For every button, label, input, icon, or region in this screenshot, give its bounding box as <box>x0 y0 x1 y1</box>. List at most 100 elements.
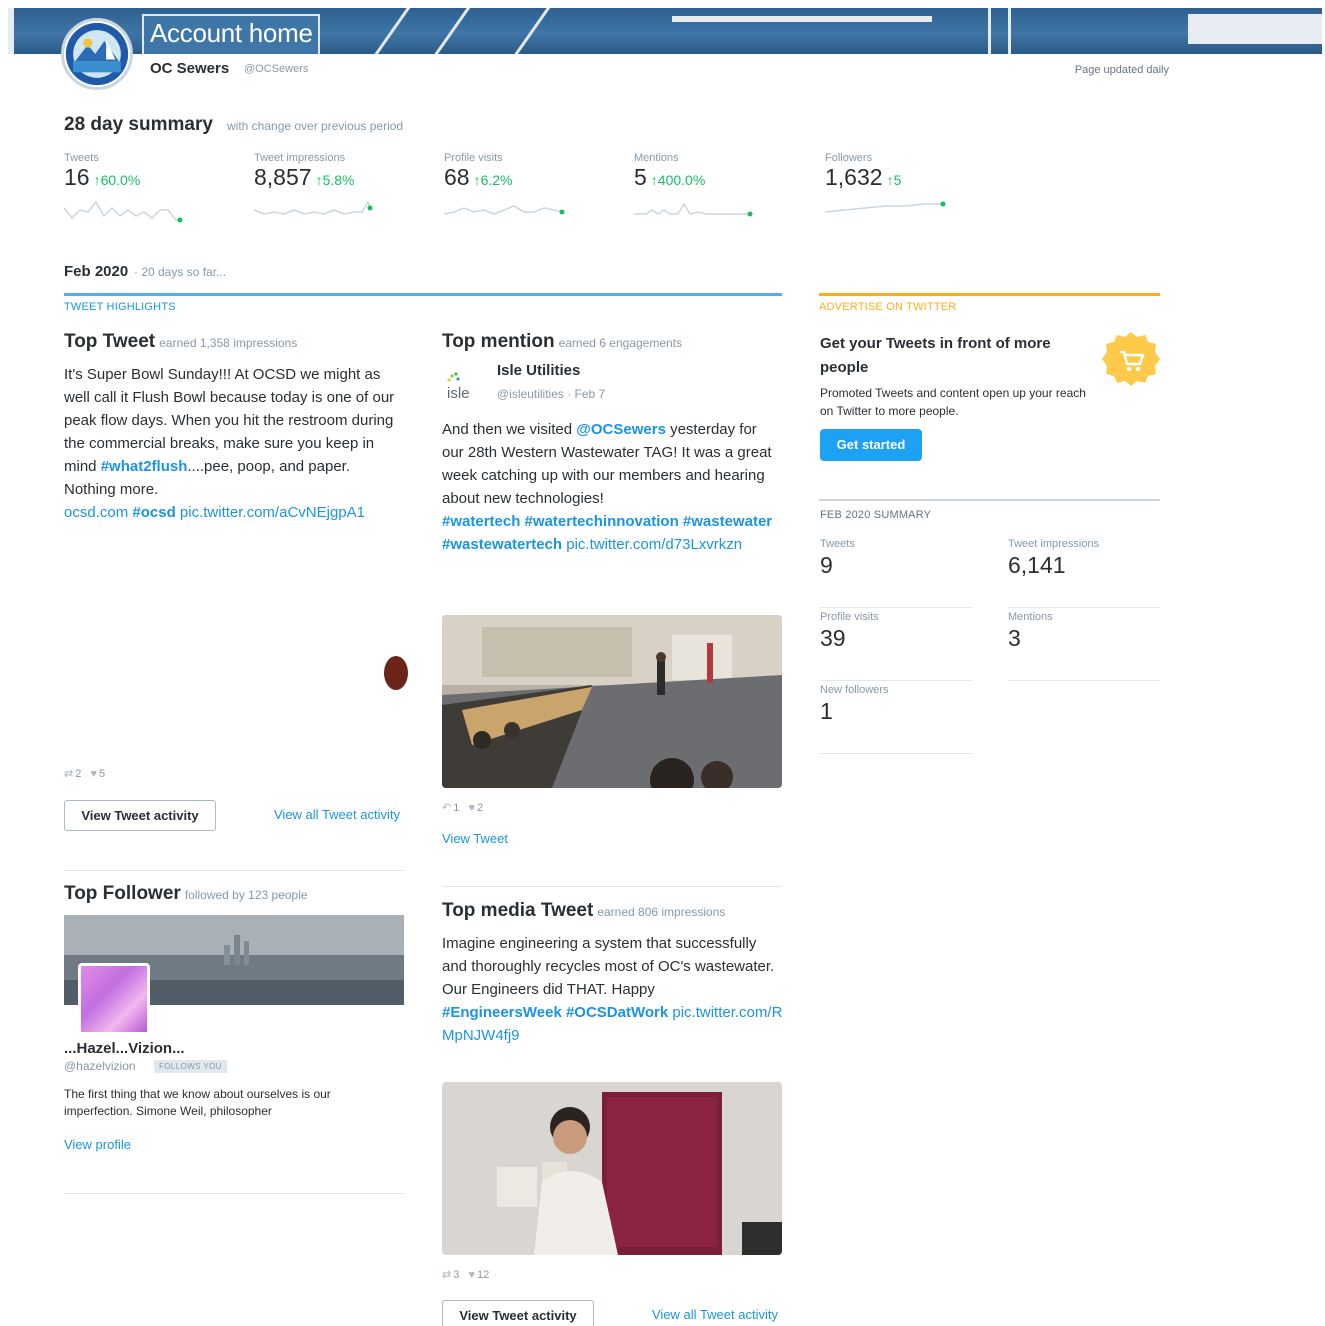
follower-avatar[interactable] <box>78 963 150 1035</box>
advertise-body: Promoted Tweets and content open up your… <box>820 386 1086 418</box>
view-tweet-link[interactable]: View Tweet <box>442 831 508 846</box>
month-summary-rule <box>819 499 1160 501</box>
metric-value: 5 <box>634 164 647 190</box>
banner-decoration <box>1188 14 1322 44</box>
month-summary-profile-visits: Profile visits 39 <box>820 611 972 681</box>
media-link[interactable]: pic.twitter.com/d73Lxvrkzn <box>566 536 742 553</box>
retweet-icon: ⇄ <box>442 1269 452 1281</box>
divider <box>442 886 782 887</box>
advertise-title: Get your Tweets in front of more people <box>820 335 1051 376</box>
account-name: OC Sewers <box>150 60 230 77</box>
url-link[interactable]: ocsd.com <box>64 504 128 521</box>
heart-icon: ♥ <box>468 802 476 814</box>
mention-author-meta: @isleutilities · Feb 7 <box>497 387 606 401</box>
view-all-tweet-activity-link[interactable]: View all Tweet activity <box>274 807 400 822</box>
metric-mentions: Mentions 5 ↑400.0% <box>634 152 804 226</box>
metric-profile-visits: Profile visits 68 ↑6.2% <box>444 152 614 226</box>
arrow-up-icon: ↑ <box>473 172 481 188</box>
top-mention-stats: ↶ 1 ♥ 2 <box>442 802 484 814</box>
metric-label: Profile visits <box>444 152 503 164</box>
top-mention-subtitle: earned 6 engagements <box>558 336 683 350</box>
metric-label: Tweets <box>64 152 99 164</box>
view-tweet-activity-button[interactable]: View Tweet activity <box>64 800 216 831</box>
top-mention-text: And then we visited @OCSewers yesterday … <box>442 421 773 553</box>
banner-decoration <box>428 8 471 54</box>
hashtag-link[interactable]: #ocsd <box>132 504 175 521</box>
metric-change: ↑5.8% <box>315 172 355 188</box>
metric-label: Mentions <box>634 152 679 164</box>
media-link[interactable]: pic.twitter.com/aCvNEjgpA1 <box>180 504 365 521</box>
isle-utilities-avatar[interactable]: isle <box>443 370 483 404</box>
arrow-up-icon: ↑ <box>93 172 101 188</box>
metric-label: Followers <box>825 152 873 164</box>
highlights-rule <box>64 293 782 296</box>
month-summary-new-followers: New followers 1 <box>820 684 972 754</box>
banner-decoration <box>672 16 932 22</box>
top-tweet-stats: ⇄ 2 ♥ 5 <box>64 768 106 780</box>
mention-author-name[interactable]: Isle Utilities <box>497 362 580 379</box>
top-media-tweet-subtitle: earned 806 impressions <box>597 905 726 919</box>
view-profile-link[interactable]: View profile <box>64 1137 131 1152</box>
summary-subtitle: with change over previous period <box>227 119 404 133</box>
top-follower-subtitle: followed by 123 people <box>184 888 308 902</box>
month-summary-impressions: Tweet impressions 6,141 <box>1008 538 1160 608</box>
shopping-cart-badge-icon <box>1102 330 1160 388</box>
summary-item-value: 3 <box>1008 625 1021 651</box>
metric-label: Tweet impressions <box>254 152 346 164</box>
hashtag-links[interactable]: #EngineersWeek #OCSDatWork <box>442 1004 668 1021</box>
top-tweet-title: Top Tweet earned 1,358 impressions <box>64 331 298 352</box>
banner-decoration <box>8 8 14 54</box>
summary-item-label: New followers <box>820 684 889 696</box>
view-tweet-activity-button[interactable]: View Tweet activity <box>442 1300 594 1326</box>
month-summary-tweets: Tweets 9 <box>820 538 972 608</box>
hashtag-link[interactable]: #what2flush <box>101 458 188 475</box>
view-all-tweet-activity-link[interactable]: View all Tweet activity <box>652 1307 778 1322</box>
isle-logo-icon: isle <box>447 372 470 402</box>
banner-decoration <box>368 8 411 54</box>
conference-room-image <box>442 615 782 788</box>
mention-photo[interactable] <box>442 615 782 788</box>
top-media-tweet-title: Top media Tweet earned 806 impressions <box>442 900 726 921</box>
summary-item-label: Tweet impressions <box>1008 538 1100 550</box>
top-mention-title: Top mention earned 6 engagements <box>442 331 683 352</box>
mention-link[interactable]: @OCSewers <box>576 421 666 438</box>
sparkline-profile-visits <box>444 205 565 215</box>
get-started-button[interactable]: Get started <box>820 429 922 461</box>
summary-item-value: 6,141 <box>1008 552 1066 578</box>
follower-bio: The first thing that we know about ourse… <box>64 1087 331 1118</box>
arrow-up-icon: ↑ <box>315 172 323 188</box>
top-media-tweet-stats: ⇄ 3 ♥ 12 <box>442 1269 490 1281</box>
metric-tweets: Tweets 16 ↑60.0% <box>64 152 234 226</box>
media-tweet-photo[interactable] <box>442 1082 782 1255</box>
page-title: Account home <box>150 18 313 48</box>
summary-item-label: Profile visits <box>820 611 879 623</box>
highlights-label: TWEET HIGHLIGHTS <box>64 301 176 313</box>
sparkline-followers <box>825 201 946 213</box>
banner-decoration <box>508 8 551 54</box>
month-summary-label: FEB 2020 SUMMARY <box>820 509 932 521</box>
follows-you-badge: FOLLOWS YOU <box>154 1060 227 1073</box>
svg-text:isle: isle <box>447 385 470 402</box>
top-tweet-subtitle: earned 1,358 impressions <box>159 336 298 350</box>
metric-value: 16 <box>64 164 90 190</box>
banner-decoration <box>1008 8 1011 54</box>
follower-name[interactable]: ...Hazel...Vizion... <box>64 1040 185 1057</box>
account-avatar[interactable] <box>61 18 133 90</box>
retweet-icon: ⇄ <box>64 768 74 780</box>
sparkline-mentions <box>634 202 753 217</box>
metric-followers: Followers 1,632 ↑5 <box>825 152 995 226</box>
banner-decoration <box>988 8 991 54</box>
advertise-label: ADVERTISE ON TWITTER <box>819 301 957 313</box>
metric-change: ↑5 <box>886 172 902 188</box>
month-title: Feb 2020 <box>64 263 129 280</box>
follower-handle: @hazelvizion <box>64 1059 136 1073</box>
metric-value: 68 <box>444 164 470 190</box>
top-tweet-text: It's Super Bowl Sunday!!! At OCSD we mig… <box>64 366 395 521</box>
metric-impressions: Tweet impressions 8,857 ↑5.8% <box>254 152 424 226</box>
metric-change: ↑6.2% <box>473 172 513 188</box>
summary-title: 28 day summary <box>64 114 213 135</box>
divider <box>64 870 404 871</box>
summary-item-label: Mentions <box>1008 611 1053 623</box>
metric-value: 8,857 <box>254 164 312 190</box>
reply-icon: ↶ <box>442 802 452 814</box>
